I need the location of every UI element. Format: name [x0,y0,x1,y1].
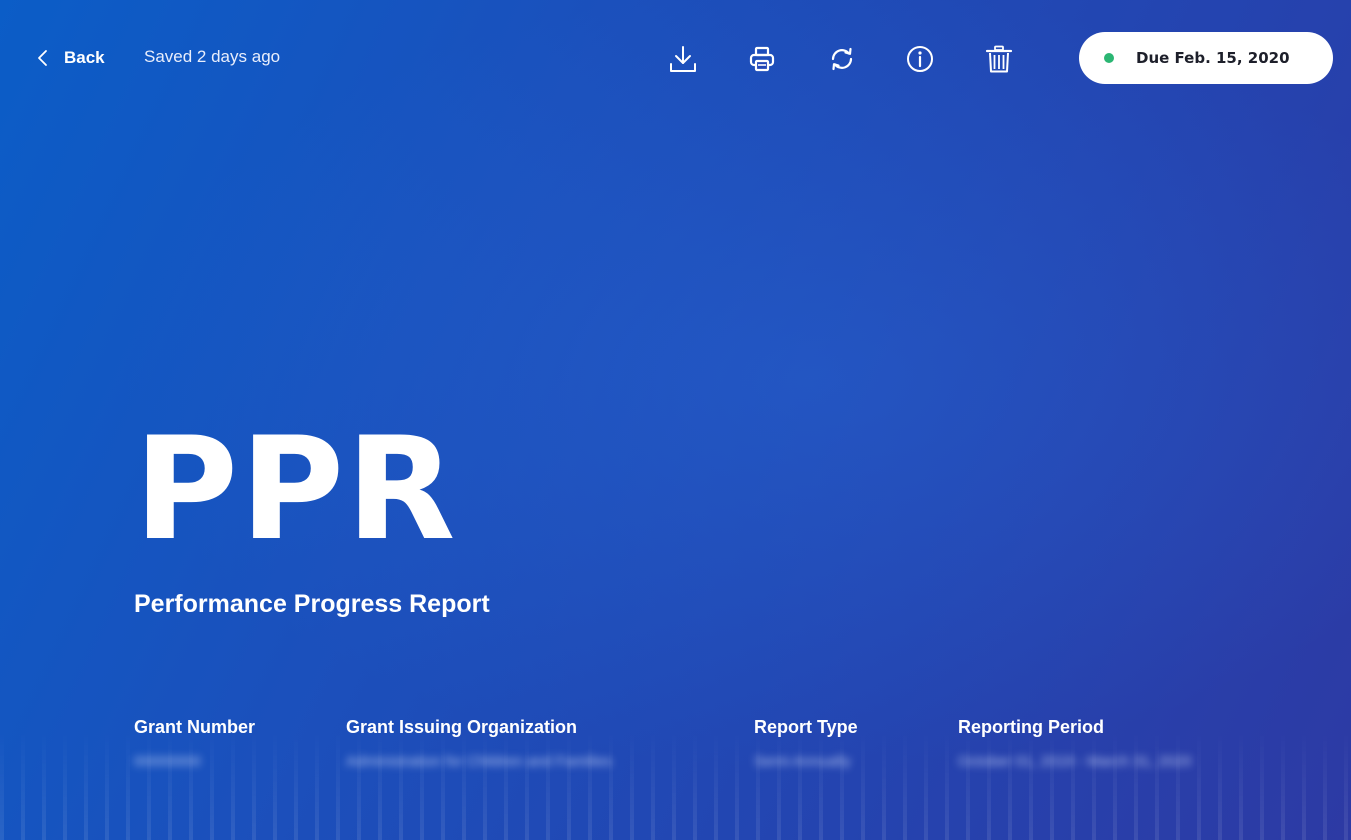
meta-label: Grant Issuing Organization [346,717,578,737]
meta-value: Semi-Annually [754,753,851,770]
delete-button[interactable] [982,42,1016,76]
meta-label: Reporting Period [958,717,1105,737]
due-date-text: Due Feb. 15, 2020 [1136,49,1290,67]
info-button[interactable] [903,42,937,76]
page-title: PPR [134,407,458,572]
download-button[interactable] [666,42,700,76]
status-dot [1104,53,1114,63]
due-date-badge: Due Feb. 15, 2020 [1079,32,1333,84]
meta-grant-number: Grant Number 00000000 [134,717,314,774]
top-bar: Back Saved 2 days ago Due Feb. 15, 2020 [0,0,1351,116]
meta-reporting-period: Reporting Period October 01, 2019 - Marc… [958,717,1288,774]
saved-status: Saved 2 days ago [144,47,281,66]
page-subtitle: Performance Progress Report [134,590,490,618]
meta-value: Administration for Children and Families [346,753,612,770]
meta-label: Grant Number [134,717,256,737]
back-label: Back [64,48,105,67]
refresh-button[interactable] [825,42,859,76]
print-button[interactable] [745,42,779,76]
meta-label: Report Type [754,717,858,737]
chevron-left-icon [38,50,47,66]
meta-value: 00000000 [134,753,201,770]
meta-value: October 01, 2019 - March 31, 2020 [958,753,1192,770]
refresh-icon [831,47,853,71]
download-icon [670,46,696,72]
print-icon [749,46,775,72]
info-icon [907,46,933,72]
meta-grant-organization: Grant Issuing Organization Administratio… [346,717,646,774]
meta-report-type: Report Type Semi-Annually [754,717,934,774]
back-button[interactable]: Back [36,45,105,71]
trash-icon [985,45,1013,73]
